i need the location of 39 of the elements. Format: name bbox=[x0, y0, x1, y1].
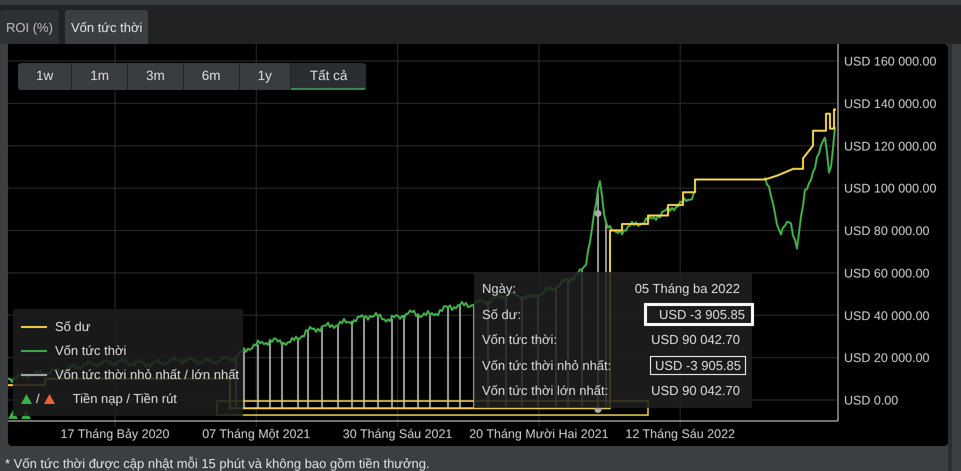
tooltip-label: Số dư: bbox=[482, 306, 522, 322]
hover-point bbox=[594, 210, 602, 217]
legend-separator: / bbox=[36, 391, 40, 406]
axis-label: USD 160 000.00 bbox=[844, 54, 936, 68]
axis-label: 07 Tháng Một 2021 bbox=[202, 427, 310, 441]
footnote: * Vốn tức thời được cập nhật mỗi 15 phút và không bao gồm tiền thưởng. bbox=[4, 455, 431, 471]
legend-label: Số dư bbox=[55, 319, 90, 334]
legend-label: Vốn tức thời nhỏ nhất / lớn nhất bbox=[55, 367, 240, 382]
axis-label: USD 100 000.00 bbox=[844, 182, 936, 196]
axis-label: USD 20 000.00 bbox=[844, 351, 930, 366]
axis-label: USD 0.00 bbox=[844, 394, 898, 408]
range-button[interactable]: Tất cả bbox=[290, 63, 366, 90]
axis-label: 12 Tháng Sáu 2022 bbox=[625, 427, 735, 441]
tooltip-value: USD 90 042.70 bbox=[651, 332, 741, 348]
tooltip-label: Ngày: bbox=[482, 281, 517, 296]
range-button[interactable]: 1m bbox=[72, 63, 128, 90]
tooltip-value: USD -3 905.85 bbox=[644, 302, 754, 326]
range-button[interactable]: 1w bbox=[18, 63, 72, 90]
tooltip-label: Vốn tức thời: bbox=[482, 332, 558, 348]
range-button[interactable]: 3m bbox=[128, 63, 183, 90]
legend-label: Tiền nạp / Tiền rút bbox=[72, 391, 177, 406]
axis-label: USD 120 000.00 bbox=[844, 139, 936, 154]
range-button[interactable]: 1y bbox=[240, 63, 290, 90]
axis-label: 20 Tháng Mười Hai 2021 bbox=[469, 427, 609, 441]
tooltip-value: 05 Tháng ba 2022 bbox=[634, 281, 741, 296]
axis-label: USD 80 000.00 bbox=[844, 224, 930, 238]
tab[interactable]: Vốn tức thời bbox=[64, 10, 148, 44]
axis-label: USD 140 000.00 bbox=[844, 96, 936, 111]
tooltip-value: USD 90 042.70 bbox=[651, 383, 741, 398]
axis-label: 30 Tháng Sáu 2021 bbox=[342, 427, 452, 441]
axis-label: USD 40 000.00 bbox=[844, 308, 930, 323]
tab[interactable]: ROI (%) bbox=[0, 10, 59, 44]
axis-label: USD 60 000.00 bbox=[844, 266, 930, 280]
tooltip-value: USD -3 905.85 bbox=[650, 356, 746, 375]
range-button[interactable]: 6m bbox=[184, 63, 239, 90]
legend-label: Vốn tức thời bbox=[55, 343, 126, 358]
tooltip-label: Vốn tức thời nhỏ nhất: bbox=[482, 358, 612, 373]
tooltip-label: Vốn tức thời lớn nhất: bbox=[482, 383, 610, 398]
axis-label: 17 Tháng Bảy 2020 bbox=[60, 427, 170, 441]
